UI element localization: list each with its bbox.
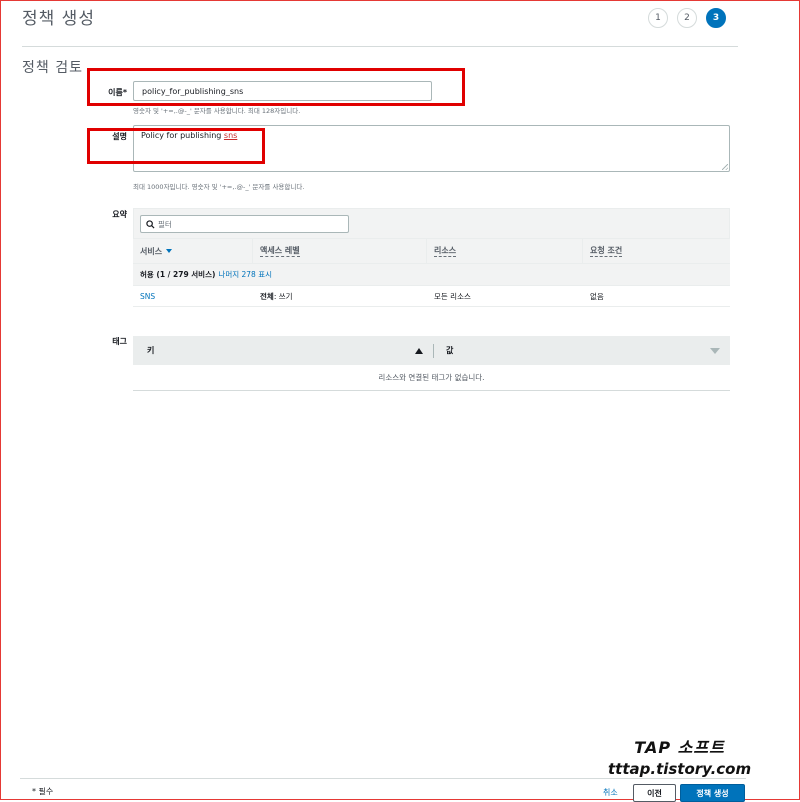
summary-toolbar: 필터 xyxy=(133,208,730,239)
filter-placeholder: 필터 xyxy=(158,219,172,229)
previous-button[interactable]: 이전 xyxy=(633,784,676,802)
window-frame xyxy=(0,0,800,800)
access-level-cell: 전체: 쓰기 xyxy=(260,291,293,301)
filter-input[interactable]: 필터 xyxy=(140,215,349,233)
tags-table: 키 값 리소스와 연결된 태그가 없습니다. xyxy=(133,336,730,391)
summary-header-row: 서비스 액세스 레벨 리소스 요청 조건 xyxy=(133,239,730,264)
column-access-level[interactable]: 액세스 레벨 xyxy=(253,239,427,263)
required-note: * 필수 xyxy=(32,787,54,796)
summary-label: 요약 xyxy=(112,210,127,219)
sort-up-icon xyxy=(415,347,423,354)
title-divider xyxy=(22,46,738,47)
wizard-steps: 1 2 3 xyxy=(648,8,726,28)
allow-group-label: 허용 (1 / 279 서비스) xyxy=(140,270,216,279)
section-title: 정책 검토 xyxy=(22,60,83,76)
resource-cell: 모든 리소스 xyxy=(434,291,471,301)
watermark-line-2: tttap.tistory.com xyxy=(608,760,752,778)
summary-table: 필터 서비스 액세스 레벨 리소스 요청 조건 허용 (1 / 279 서비스)… xyxy=(133,208,730,307)
resize-handle[interactable] xyxy=(722,164,728,170)
tag-key-column[interactable]: 키 xyxy=(133,345,433,356)
create-policy-button[interactable]: 정책 생성 xyxy=(680,784,745,802)
search-icon xyxy=(146,219,155,229)
tags-label: 태그 xyxy=(112,337,127,346)
watermark-line-1: TAP 소프트 xyxy=(634,738,725,757)
page-title: 정책 생성 xyxy=(22,9,95,29)
footer-bar: * 필수 취소 이전 정책 생성 xyxy=(20,778,746,802)
name-hint: 영숫자 및 '+=,.@-_' 문자를 사용합니다. 최대 128자입니다. xyxy=(133,107,301,115)
column-resource[interactable]: 리소스 xyxy=(427,239,583,263)
step-2[interactable]: 2 xyxy=(677,8,697,28)
service-link-sns[interactable]: SNS xyxy=(133,286,253,306)
column-service[interactable]: 서비스 xyxy=(133,239,253,263)
tags-header-row: 키 값 xyxy=(133,336,730,365)
cancel-button[interactable]: 취소 xyxy=(603,787,618,798)
step-3-current: 3 xyxy=(706,8,726,28)
condition-cell: 없음 xyxy=(590,291,604,301)
sort-down-icon xyxy=(166,249,173,253)
column-request-condition[interactable]: 요청 조건 xyxy=(583,239,730,263)
allow-group-row: 허용 (1 / 279 서비스) 나머지 278 표시 xyxy=(133,264,730,286)
tags-empty-message: 리소스와 연결된 태그가 없습니다. xyxy=(133,365,730,391)
watermark: TAP 소프트 tttap.tistory.com xyxy=(608,734,751,778)
highlight-box-name xyxy=(87,68,465,106)
tag-value-column[interactable]: 값 xyxy=(434,336,730,365)
description-hint: 최대 1000자입니다. 영숫자 및 '+=,.@-_' 문자를 사용합니다. xyxy=(133,183,305,191)
show-remaining-link[interactable]: 나머지 278 표시 xyxy=(218,269,272,280)
sort-down-icon xyxy=(710,347,720,354)
step-1[interactable]: 1 xyxy=(648,8,668,28)
table-row: SNS 전체: 쓰기 모든 리소스 없음 xyxy=(133,286,730,307)
highlight-box-description xyxy=(87,128,265,164)
